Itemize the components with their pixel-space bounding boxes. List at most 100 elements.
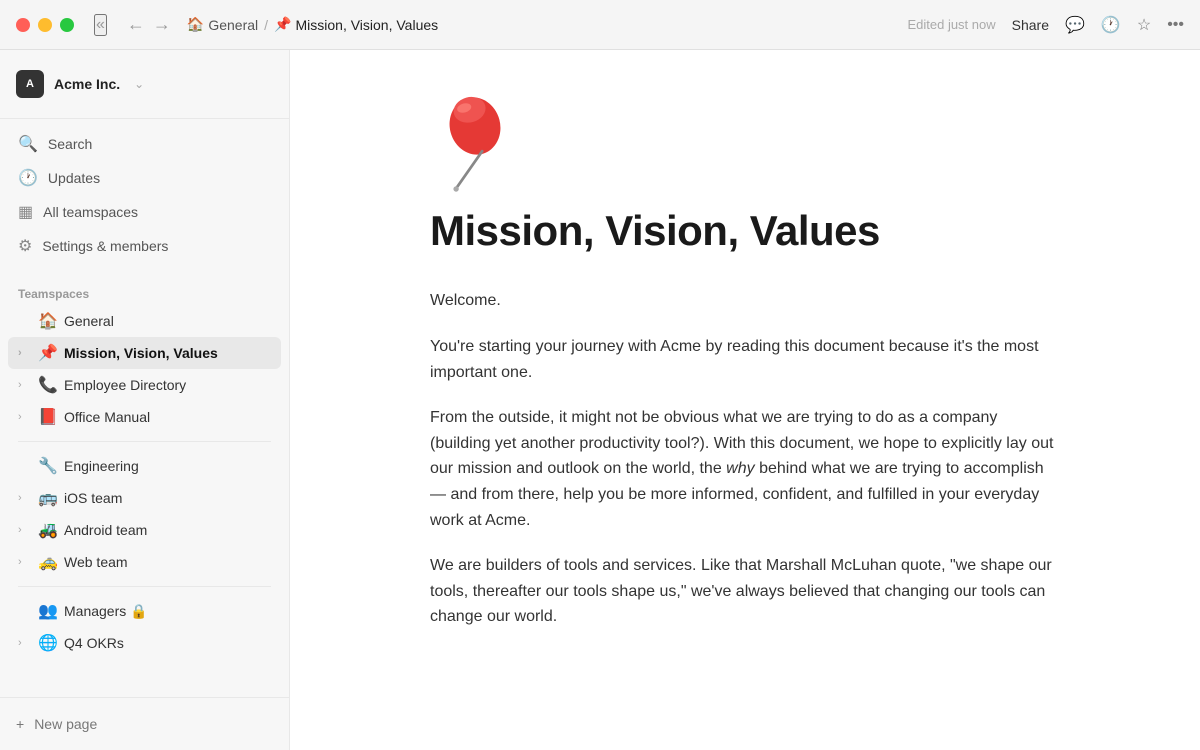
workspace-chevron-icon: ⌄ <box>134 77 144 91</box>
settings-label: Settings & members <box>42 238 168 254</box>
breadcrumb-current[interactable]: 📌 Mission, Vision, Values <box>274 16 438 33</box>
mission-chevron-icon: › <box>18 347 32 359</box>
content-area: Mission, Vision, Values Welcome. You're … <box>290 50 1200 750</box>
sidebar-item-employee-directory[interactable]: › 📞 Employee Directory <box>8 369 281 401</box>
web-chevron-icon: › <box>18 556 32 568</box>
mission-page-icon: 📌 <box>38 343 58 363</box>
sidebar-settings[interactable]: ⚙ Settings & members <box>8 229 281 263</box>
sidebar-item-q4-okrs[interactable]: › 🌐 Q4 OKRs <box>8 627 281 659</box>
new-page-button[interactable]: + New page <box>16 710 273 738</box>
sidebar-item-web[interactable]: › 🚕 Web team <box>8 546 281 578</box>
sidebar-collapse-button[interactable]: « <box>94 14 107 36</box>
breadcrumb-current-label: Mission, Vision, Values <box>295 17 438 33</box>
office-manual-label: Office Manual <box>64 409 271 425</box>
teamspaces-icon: ▦ <box>18 202 33 222</box>
general-label: General <box>64 313 271 329</box>
office-chevron-icon: › <box>18 411 32 423</box>
okrs-page-icon: 🌐 <box>38 633 58 653</box>
paragraph-welcome: Welcome. <box>430 288 1060 314</box>
history-icon[interactable]: 🕐 <box>1101 15 1121 35</box>
page-content: Mission, Vision, Values Welcome. You're … <box>370 50 1120 750</box>
page-body: Welcome. You're starting your journey wi… <box>430 288 1060 630</box>
sidebar-bottom: + New page <box>0 697 289 750</box>
q4-okrs-label: Q4 OKRs <box>64 635 271 651</box>
sidebar-item-ios[interactable]: › 🚌 iOS team <box>8 482 281 514</box>
ios-chevron-icon: › <box>18 492 32 504</box>
share-button[interactable]: Share <box>1012 17 1049 33</box>
traffic-lights <box>16 18 74 32</box>
paragraph-journey: You're starting your journey with Acme b… <box>430 334 1060 385</box>
main-layout: A Acme Inc. ⌄ 🔍 Search 🕐 Updates ▦ All t… <box>0 50 1200 750</box>
sidebar-item-general[interactable]: 🏠 General <box>8 305 281 337</box>
workspace-header[interactable]: A Acme Inc. ⌄ <box>16 62 273 106</box>
web-team-label: Web team <box>64 554 271 570</box>
page-title: Mission, Vision, Values <box>430 206 1060 256</box>
breadcrumb: 🏠 General / 📌 Mission, Vision, Values <box>187 16 908 33</box>
android-team-label: Android team <box>64 522 271 538</box>
updates-icon: 🕐 <box>18 168 38 188</box>
section-divider-1 <box>18 441 271 442</box>
managers-page-icon: 👥 <box>38 601 58 621</box>
ios-page-icon: 🚌 <box>38 488 58 508</box>
settings-icon: ⚙ <box>18 236 32 256</box>
sidebar-item-mission[interactable]: › 📌 Mission, Vision, Values <box>8 337 281 369</box>
sidebar-top: A Acme Inc. ⌄ <box>0 50 289 119</box>
general-icon: 🏠 <box>187 16 204 33</box>
more-options-icon[interactable]: ••• <box>1167 16 1184 34</box>
close-button[interactable] <box>16 18 30 32</box>
page-emoji-container <box>430 90 520 190</box>
comments-icon[interactable]: 💬 <box>1065 15 1085 35</box>
italic-why: why <box>726 460 754 477</box>
edited-timestamp: Edited just now <box>907 17 995 32</box>
sidebar-item-managers[interactable]: 👥 Managers 🔒 <box>8 595 281 627</box>
sidebar-nav: 🔍 Search 🕐 Updates ▦ All teamspaces ⚙ Se… <box>0 119 289 271</box>
employee-page-icon: 📞 <box>38 375 58 395</box>
employee-directory-label: Employee Directory <box>64 377 271 393</box>
sidebar-item-engineering[interactable]: 🔧 Engineering <box>8 450 281 482</box>
section-divider-2 <box>18 586 271 587</box>
sidebar-all-teamspaces[interactable]: ▦ All teamspaces <box>8 195 281 229</box>
back-button[interactable]: ← <box>127 14 145 35</box>
search-icon: 🔍 <box>18 134 38 154</box>
engineering-label: Engineering <box>64 458 271 474</box>
maximize-button[interactable] <box>60 18 74 32</box>
sidebar: A Acme Inc. ⌄ 🔍 Search 🕐 Updates ▦ All t… <box>0 50 290 750</box>
paragraph-builders: We are builders of tools and services. L… <box>430 553 1060 630</box>
new-page-label: New page <box>34 716 97 732</box>
new-page-plus-icon: + <box>16 716 24 732</box>
sidebar-updates[interactable]: 🕐 Updates <box>8 161 281 195</box>
engineering-page-icon: 🔧 <box>38 456 58 476</box>
titlebar: « ← → 🏠 General / 📌 Mission, Vision, Val… <box>0 0 1200 50</box>
forward-button[interactable]: → <box>153 14 171 35</box>
paragraph-outside: From the outside, it might not be obviou… <box>430 405 1060 533</box>
sidebar-item-office-manual[interactable]: › 📕 Office Manual <box>8 401 281 433</box>
breadcrumb-parent-label: General <box>208 17 258 33</box>
android-page-icon: 🚜 <box>38 520 58 540</box>
sidebar-search[interactable]: 🔍 Search <box>8 127 281 161</box>
titlebar-actions: Edited just now Share 💬 🕐 ☆ ••• <box>907 15 1184 35</box>
favorite-icon[interactable]: ☆ <box>1137 15 1151 35</box>
all-teamspaces-label: All teamspaces <box>43 204 138 220</box>
minimize-button[interactable] <box>38 18 52 32</box>
general-page-icon: 🏠 <box>38 311 58 331</box>
mission-label: Mission, Vision, Values <box>64 345 271 361</box>
teamspaces-section-label: Teamspaces <box>8 279 281 305</box>
nav-buttons: ← → <box>127 14 171 35</box>
search-label: Search <box>48 136 92 152</box>
updates-label: Updates <box>48 170 100 186</box>
sidebar-scroll: Teamspaces 🏠 General › 📌 Mission, Vision… <box>0 271 289 697</box>
ios-team-label: iOS team <box>64 490 271 506</box>
employee-chevron-icon: › <box>18 379 32 391</box>
workspace-logo: A <box>16 70 44 98</box>
breadcrumb-parent[interactable]: 🏠 General <box>187 16 258 33</box>
pin-icon: 📌 <box>274 16 291 33</box>
managers-label: Managers 🔒 <box>64 603 271 620</box>
okrs-chevron-icon: › <box>18 637 32 649</box>
office-page-icon: 📕 <box>38 407 58 427</box>
workspace-name: Acme Inc. <box>54 76 120 92</box>
breadcrumb-separator: / <box>264 17 268 33</box>
web-page-icon: 🚕 <box>38 552 58 572</box>
sidebar-item-android[interactable]: › 🚜 Android team <box>8 514 281 546</box>
android-chevron-icon: › <box>18 524 32 536</box>
pushpin-svg <box>430 90 520 198</box>
